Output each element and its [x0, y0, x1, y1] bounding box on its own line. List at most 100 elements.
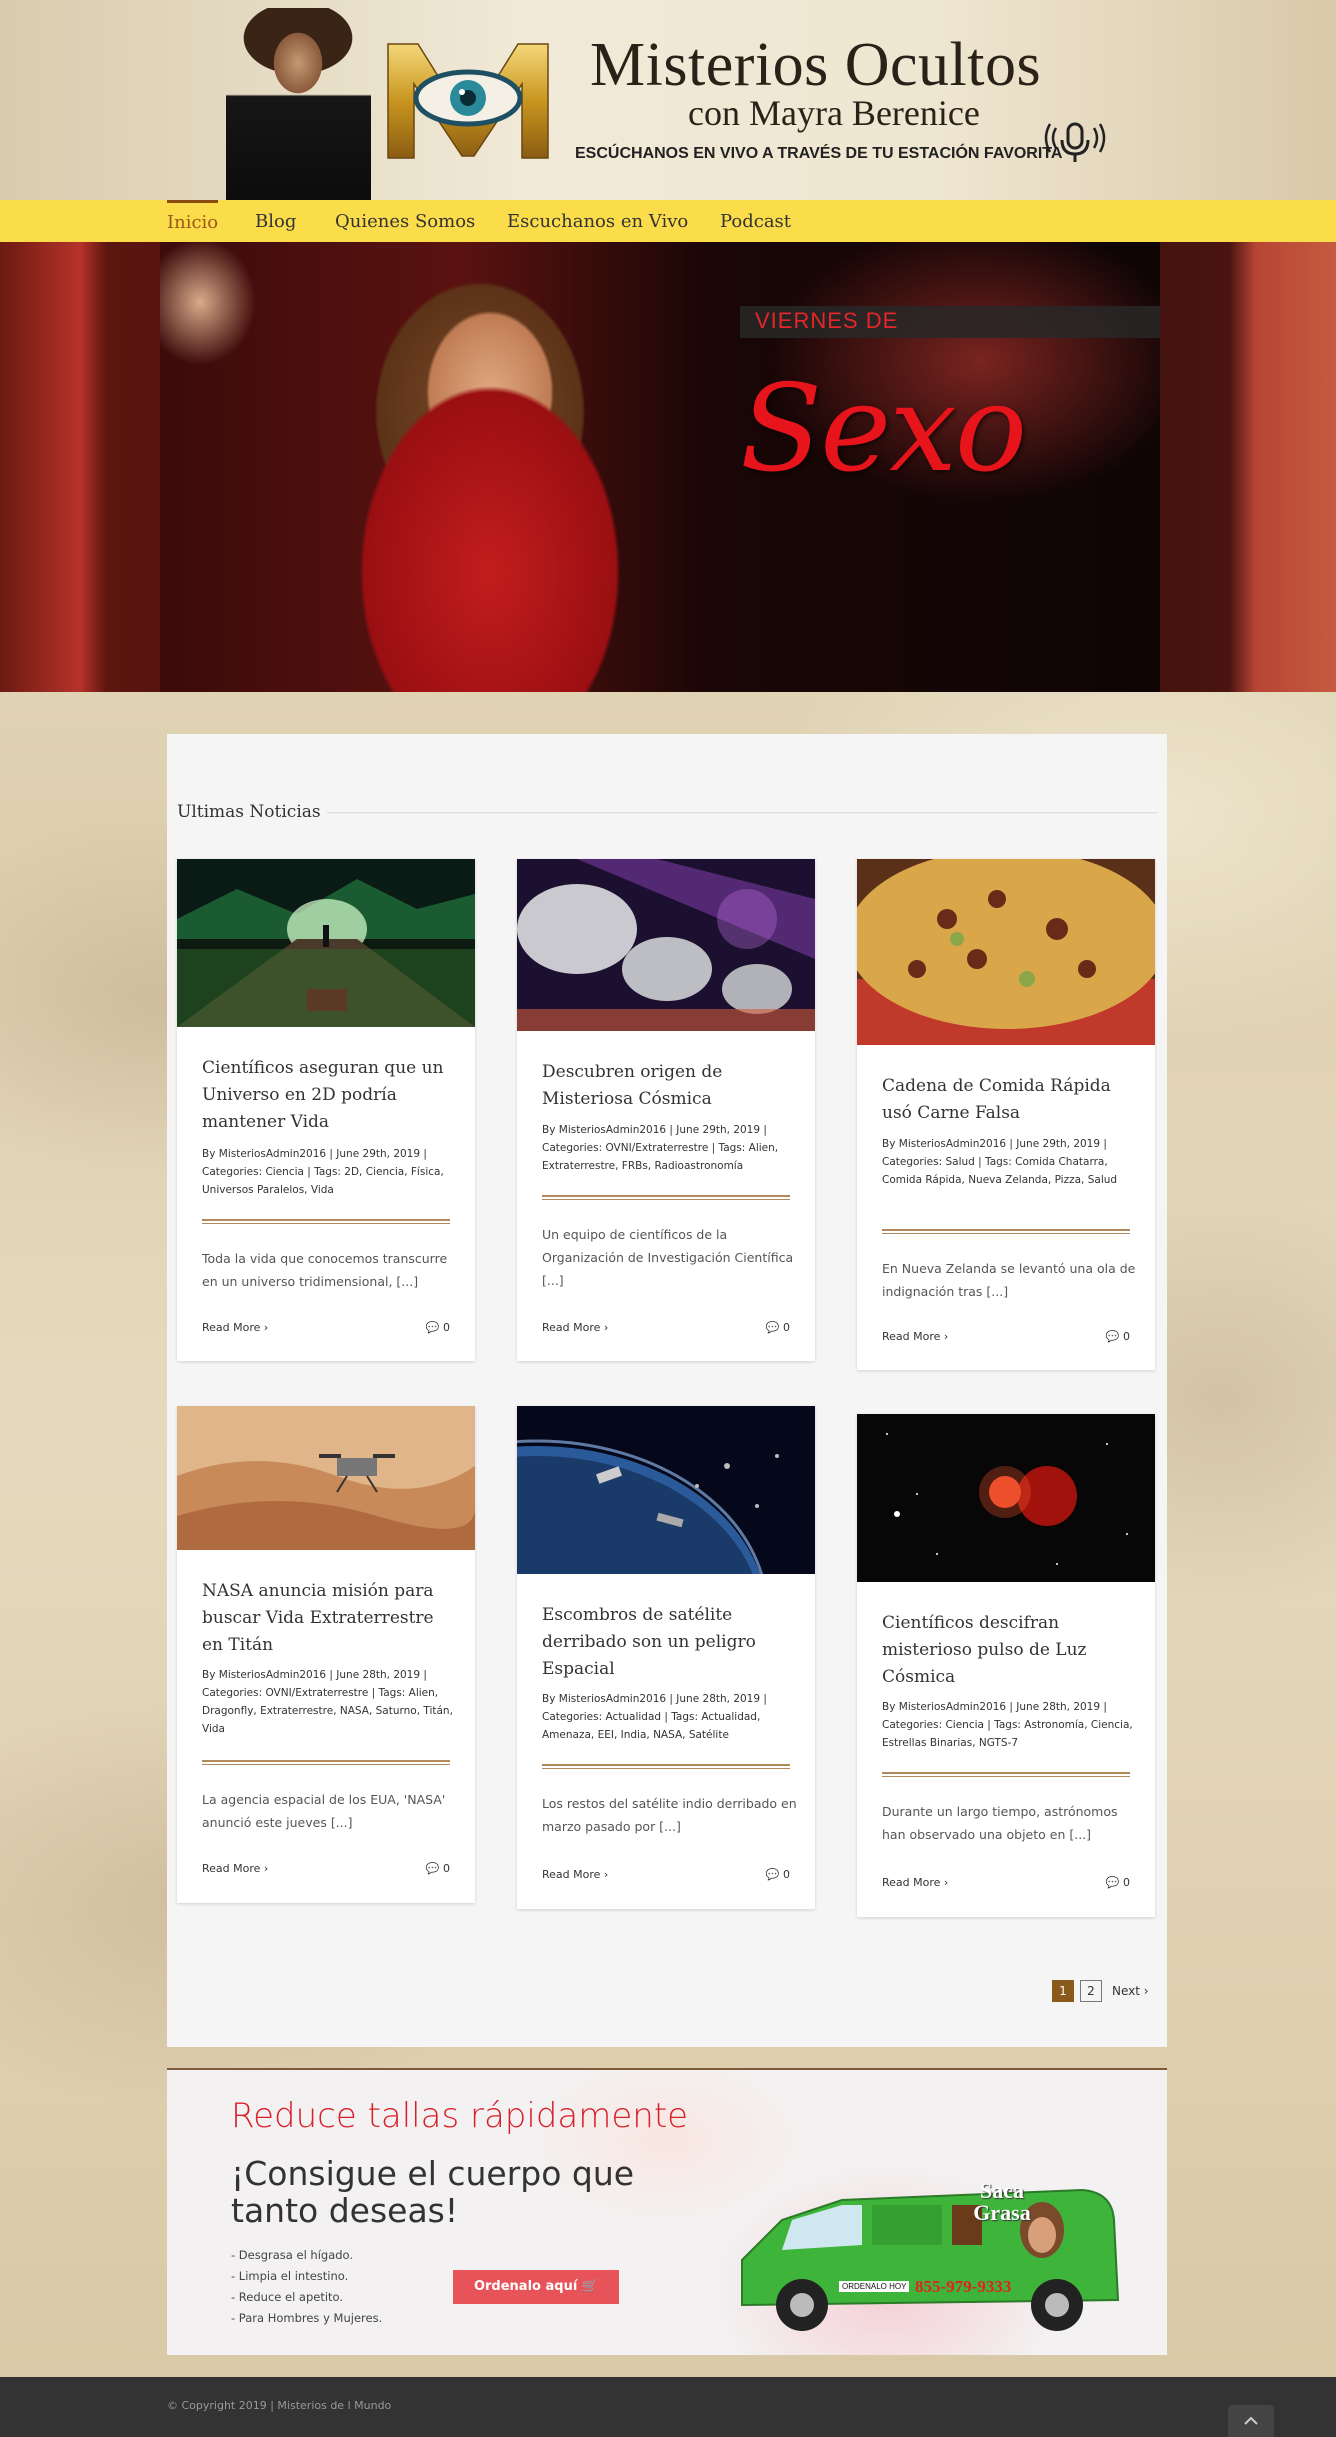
read-more-link[interactable]: Read More › — [542, 1868, 608, 1881]
ad-bullet: - Para Hombres y Mujeres. — [231, 2311, 383, 2325]
ad-subheadline: ¡Consigue el cuerpo que tanto deseas! — [231, 2154, 635, 2230]
logo-eye-icon[interactable] — [382, 38, 554, 164]
nav-item-inicio[interactable]: Inicio — [167, 200, 219, 242]
chevron-right-icon: › — [1143, 1984, 1149, 1998]
post-title[interactable]: NASA anuncia misión para buscar Vida Ext… — [202, 1578, 457, 1659]
promo-banner[interactable]: Reduce tallas rápidamente ¡Consigue el c… — [167, 2068, 1167, 2355]
post-image[interactable] — [177, 859, 475, 1027]
post-image[interactable] — [857, 859, 1155, 1045]
order-button-label: Ordenalo aquí — [473, 2279, 578, 2294]
van-phone-text: 855-979-9333 — [915, 2277, 1012, 2296]
post-separator — [202, 1760, 450, 1765]
read-more-label: Read More — [542, 1321, 601, 1334]
site-header: Misterios Ocultos con Mayra Berenice ESC… — [0, 0, 1336, 200]
ad-bullet: - Desgrasa el hígado. — [231, 2248, 354, 2262]
post-excerpt: Durante un largo tiempo, astrónomos han … — [882, 1804, 1118, 1842]
post-title[interactable]: Científicos descifran misterioso pulso d… — [882, 1610, 1137, 1691]
read-more-link[interactable]: Read More › — [542, 1321, 608, 1334]
chevron-right-icon: › — [943, 1876, 949, 1889]
news-section: Ultimas Noticias Científicos aseguran qu… — [167, 734, 1167, 2047]
post-image[interactable] — [177, 1406, 475, 1550]
post-image[interactable] — [517, 1406, 815, 1574]
comments-link[interactable]: 💬 0 — [426, 1321, 450, 1334]
read-more-link[interactable]: Read More › — [202, 1862, 268, 1875]
post-title[interactable]: Descubren origen de Misteriosa Cósmica — [542, 1059, 797, 1113]
host-photo — [226, 8, 371, 200]
post-title[interactable]: Científicos aseguran que un Universo en … — [202, 1055, 457, 1136]
read-more-label: Read More — [882, 1876, 941, 1889]
comment-icon: 💬 — [1105, 1330, 1120, 1343]
post-card: Escombros de satélite derribado son un p… — [517, 1406, 815, 1909]
hero-slider[interactable]: VIERNES DE Sexo — [0, 242, 1336, 692]
chevron-up-icon — [1244, 2416, 1258, 2425]
post-card: Científicos aseguran que un Universo en … — [177, 859, 475, 1361]
site-footer: © Copyright 2019 | Misterios de l Mundo — [0, 2377, 1336, 2437]
van-image — [741, 2188, 1120, 2331]
read-more-link[interactable]: Read More › — [882, 1876, 948, 1889]
post-excerpt: En Nueva Zelanda se levantó una ola de i… — [882, 1261, 1136, 1299]
comment-count: 0 — [783, 1321, 790, 1334]
comments-link[interactable]: 💬 0 — [766, 1321, 790, 1334]
cart-icon: 🛒 — [581, 2279, 599, 2294]
microphone-icon — [1044, 122, 1106, 162]
nav-item-escuchanos-en-vivo[interactable]: Escuchanos en Vivo — [507, 200, 688, 242]
post-separator — [202, 1219, 450, 1224]
chevron-right-icon: › — [943, 1330, 949, 1343]
next-page-link[interactable]: Next › — [1112, 1980, 1149, 2002]
pagination: 1 2 Next › — [1052, 1980, 1162, 2002]
post-title[interactable]: Cadena de Comida Rápida usó Carne Falsa — [882, 1073, 1137, 1127]
post-separator — [882, 1772, 1130, 1777]
comments-link[interactable]: 💬 0 — [766, 1868, 790, 1881]
chevron-right-icon: › — [603, 1321, 609, 1334]
post-separator — [542, 1195, 790, 1200]
read-more-label: Read More — [542, 1868, 601, 1881]
post-meta: By MisteriosAdmin2016 | June 28th, 2019 … — [542, 1693, 767, 1741]
van-brand-text: Saca Grasa — [973, 2178, 1031, 2225]
post-image[interactable] — [517, 859, 815, 1031]
comments-link[interactable]: 💬 0 — [1106, 1876, 1130, 1889]
post-excerpt: Un equipo de científicos de la Organizac… — [542, 1227, 794, 1288]
ad-bullet: - Limpia el intestino. — [231, 2269, 349, 2283]
read-more-label: Read More — [202, 1321, 261, 1334]
comment-count: 0 — [1123, 1330, 1130, 1343]
hero-image: VIERNES DE Sexo — [160, 242, 1160, 692]
hero-small-text: VIERNES DE — [755, 308, 899, 333]
van-order-text: ORDENALO HOY — [839, 2281, 910, 2292]
comment-icon: 💬 — [425, 1862, 440, 1875]
post-meta: By MisteriosAdmin2016 | June 29th, 2019 … — [882, 1138, 1118, 1186]
post-separator — [882, 1229, 1130, 1234]
comment-count: 0 — [443, 1321, 450, 1334]
nav-item-quienes-somos[interactable]: Quienes Somos — [335, 200, 475, 242]
order-button[interactable]: Ordenalo aquí 🛒 — [453, 2270, 619, 2304]
comment-icon: 💬 — [1105, 1876, 1120, 1889]
post-card: Científicos descifran misterioso pulso d… — [857, 1414, 1155, 1917]
read-more-label: Read More — [882, 1330, 941, 1343]
comment-icon: 💬 — [425, 1321, 440, 1334]
post-card: Cadena de Comida Rápida usó Carne Falsa … — [857, 859, 1155, 1370]
chevron-right-icon: › — [263, 1862, 269, 1875]
post-meta: By MisteriosAdmin2016 | June 28th, 2019 … — [882, 1701, 1133, 1749]
post-title[interactable]: Escombros de satélite derribado son un p… — [542, 1602, 797, 1683]
chevron-right-icon: › — [263, 1321, 269, 1334]
comments-link[interactable]: 💬 0 — [1106, 1330, 1130, 1343]
nav-item-blog[interactable]: Blog — [255, 200, 296, 242]
footer-copyright: © Copyright 2019 | Misterios de l Mundo — [167, 2399, 392, 2412]
page-button-2[interactable]: 2 — [1080, 1980, 1102, 2002]
main-nav: Inicio Blog Quienes Somos Escuchanos en … — [0, 200, 1336, 242]
post-separator — [542, 1764, 790, 1769]
comment-count: 0 — [1123, 1876, 1130, 1889]
read-more-label: Read More — [202, 1862, 261, 1875]
site-title[interactable]: Misterios Ocultos — [590, 30, 1090, 101]
read-more-link[interactable]: Read More › — [882, 1330, 948, 1343]
nav-item-podcast[interactable]: Podcast — [720, 200, 791, 242]
comment-icon: 💬 — [765, 1868, 780, 1881]
post-excerpt: Toda la vida que conocemos transcurre en… — [202, 1251, 448, 1289]
next-label: Next — [1112, 1984, 1140, 1998]
page-button-1[interactable]: 1 — [1052, 1980, 1074, 2002]
post-card: NASA anuncia misión para buscar Vida Ext… — [177, 1406, 475, 1903]
read-more-link[interactable]: Read More › — [202, 1321, 268, 1334]
post-image[interactable] — [857, 1414, 1155, 1582]
post-meta: By MisteriosAdmin2016 | June 29th, 2019 … — [202, 1148, 444, 1196]
scroll-to-top-button[interactable] — [1228, 2405, 1274, 2437]
comments-link[interactable]: 💬 0 — [426, 1862, 450, 1875]
